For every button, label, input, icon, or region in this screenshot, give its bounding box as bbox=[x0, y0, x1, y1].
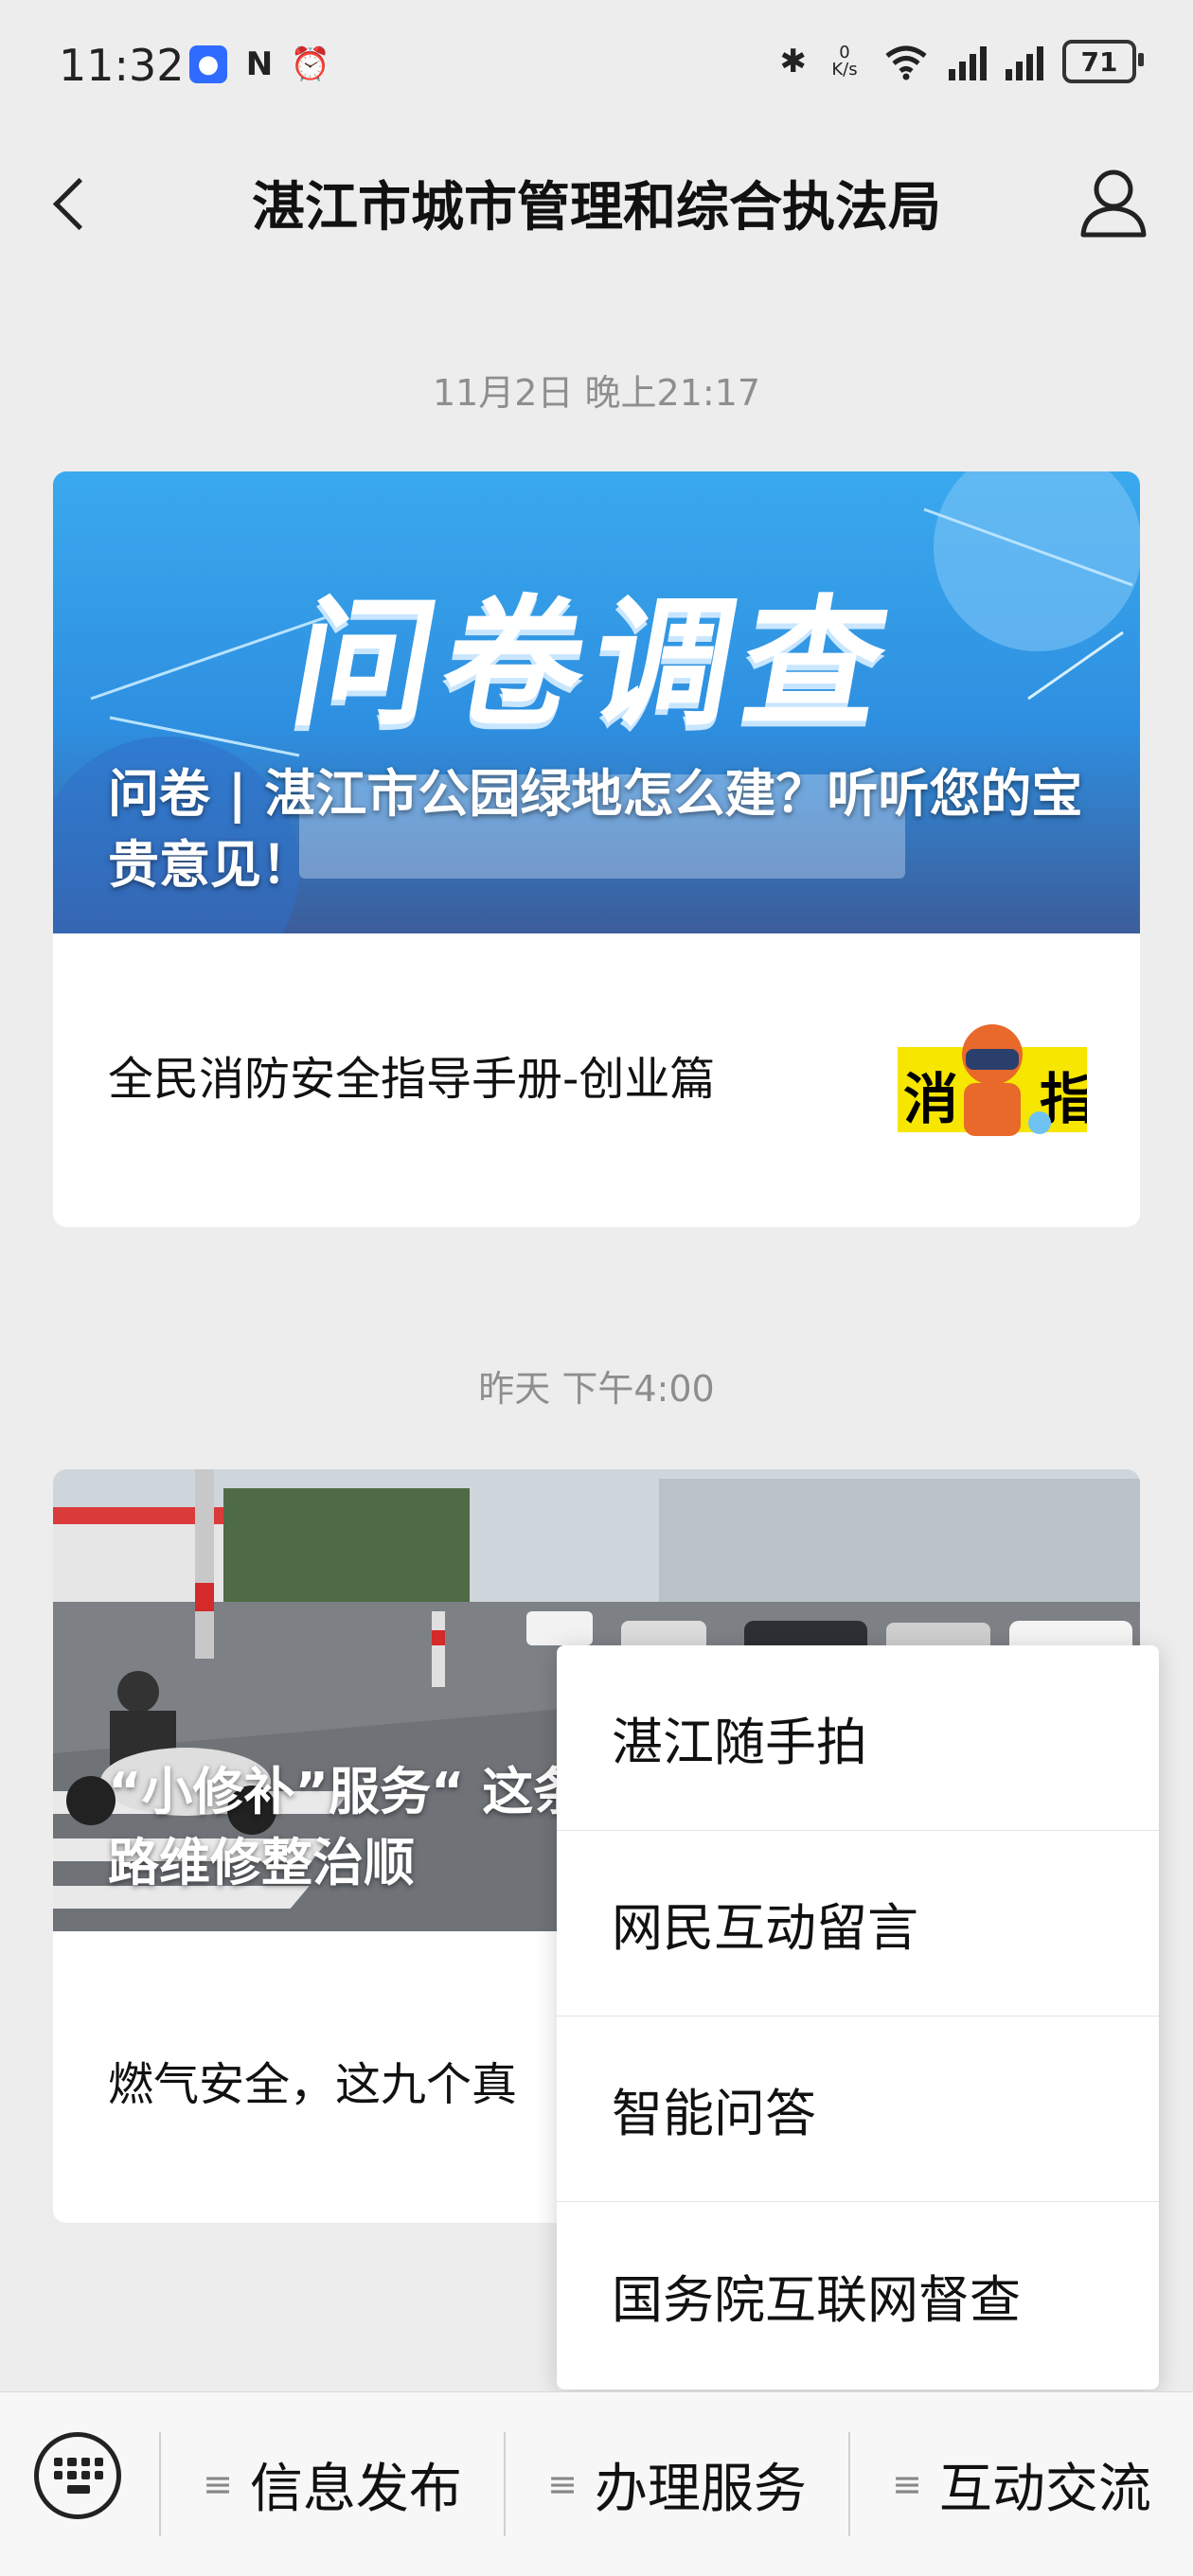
status-time: 11:32 bbox=[59, 40, 185, 91]
fire-safety-thumbnail: 消 指 bbox=[898, 1024, 1087, 1136]
chat-header: 湛江市城市管理和综合执法局 bbox=[0, 133, 1193, 275]
signal-icon bbox=[949, 43, 987, 80]
article-card: 问卷调查 问卷 | 湛江市公园绿地怎么建？听听您的宝贵意见！ 全民消防安全指导手… bbox=[53, 471, 1140, 1227]
sub-article-title: 全民消防安全指导手册-创业篇 bbox=[108, 1053, 716, 1106]
status-left-icons: ● N ⏰ bbox=[189, 45, 331, 83]
tab-interaction[interactable]: ≡ 互动交流 bbox=[850, 2392, 1193, 2576]
sub-article-row[interactable]: 全民消防安全指导手册-创业篇 消 指 bbox=[53, 933, 1140, 1227]
tab-label: 办理服务 bbox=[594, 2458, 807, 2520]
signal-icon-2 bbox=[1006, 43, 1043, 80]
app-notification-icon: ● bbox=[189, 45, 227, 83]
svg-text:消: 消 bbox=[903, 1067, 958, 1131]
tab-label: 互动交流 bbox=[938, 2458, 1151, 2520]
status-right-icons: ✱ 0 K/s 71 bbox=[779, 40, 1144, 83]
page-title: 湛江市城市管理和综合执法局 bbox=[252, 177, 941, 239]
menu-item-wenda[interactable]: 智能问答 bbox=[557, 2016, 1159, 2202]
message-timestamp: 11月2日 晚上21:17 bbox=[432, 372, 761, 414]
net-speed: 0 K/s bbox=[831, 43, 858, 80]
wifi-icon bbox=[885, 45, 927, 80]
menu-item-suishoupai[interactable]: 湛江随手拍 bbox=[557, 1645, 1159, 1831]
bottom-menu-bar: ≡ 信息发布 ≡ 办理服务 ≡ 互动交流 bbox=[0, 2391, 1193, 2576]
menu-item-ducha[interactable]: 国务院互联网督查 bbox=[557, 2202, 1159, 2388]
menu-lines-icon: ≡ bbox=[892, 2463, 922, 2505]
menu-lines-icon: ≡ bbox=[547, 2463, 578, 2505]
alarm-icon: ⏰ bbox=[290, 45, 331, 83]
tab-services[interactable]: ≡ 办理服务 bbox=[506, 2392, 848, 2576]
tab-info-publish[interactable]: ≡ 信息发布 bbox=[161, 2392, 504, 2576]
battery-level: 71 bbox=[1080, 45, 1118, 78]
message-timestamp-2: 昨天 下午4:00 bbox=[478, 1368, 715, 1410]
popup-menu: 湛江随手拍 网民互动留言 智能问答 国务院互联网督查 bbox=[557, 1645, 1159, 2389]
menu-item-liuyan[interactable]: 网民互动留言 bbox=[557, 1831, 1159, 2016]
article-title: 问卷 | 湛江市公园绿地怎么建？听听您的宝贵意见！ bbox=[108, 763, 1083, 896]
tab-label: 信息发布 bbox=[249, 2458, 462, 2520]
battery-icon: 71 bbox=[1062, 40, 1144, 83]
sub-article-title-2: 燃气安全，这九个真 bbox=[108, 2058, 518, 2111]
article-title-2: “小修补”服务“ 这条路维修整治顺 bbox=[108, 1761, 585, 1893]
banner-headline: 问卷调查 bbox=[280, 582, 908, 745]
keyboard-icon[interactable] bbox=[34, 2432, 121, 2519]
status-bar: 11:32 ● N ⏰ ✱ 0 K/s 71 bbox=[0, 0, 1193, 133]
nfc-icon: N bbox=[245, 45, 274, 83]
menu-lines-icon: ≡ bbox=[203, 2463, 233, 2505]
bluetooth-icon: ✱ bbox=[779, 43, 808, 80]
profile-icon[interactable] bbox=[1077, 165, 1149, 240]
article-hero[interactable]: 问卷调查 问卷 | 湛江市公园绿地怎么建？听听您的宝贵意见！ bbox=[53, 471, 1140, 933]
